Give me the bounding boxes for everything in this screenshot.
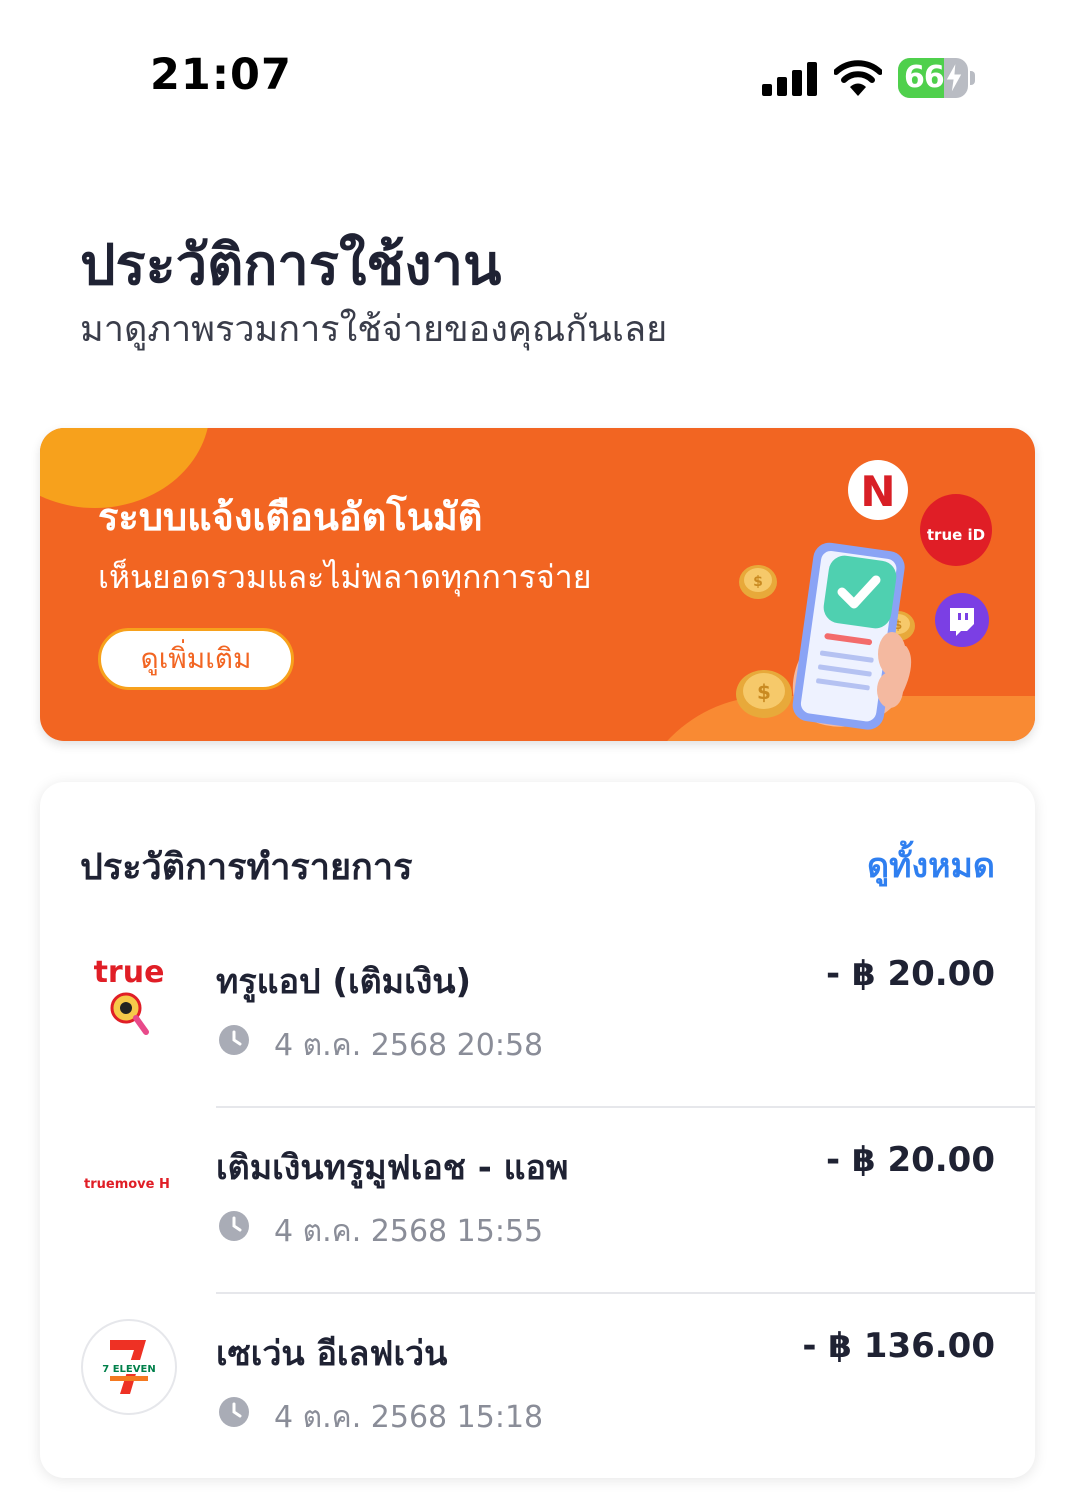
- clock-icon: [219, 1397, 249, 1427]
- seven-eleven-logo-text: 7 ELEVEN: [102, 1364, 155, 1375]
- transaction-row[interactable]: 7 ELEVEN เซเว่น อีเลฟเว่น - ฿ 136.00 4 ต…: [40, 1294, 1035, 1480]
- truemove-h-logo: truemove H: [84, 1177, 170, 1192]
- transaction-amount: - ฿ 136.00: [802, 1326, 995, 1366]
- cellular-signal-icon: [762, 62, 817, 96]
- transaction-date: 4 ต.ค. 2568 15:18: [274, 1400, 544, 1435]
- transaction-date: 4 ต.ค. 2568 15:55: [274, 1214, 544, 1249]
- svg-text:$: $: [753, 574, 763, 590]
- coin-icon: $: [739, 565, 777, 599]
- truemove-h-logo-text: truemove H: [84, 1177, 170, 1192]
- banner-title: ระบบแจ้งเตือนอัตโนมัติ: [98, 495, 483, 539]
- check-badge-icon: [823, 555, 897, 629]
- transaction-amount: - ฿ 20.00: [826, 954, 995, 994]
- auto-notification-banner[interactable]: ระบบแจ้งเตือนอัตโนมัติ เห็นยอดรวมและไม่พ…: [40, 428, 1035, 741]
- netflix-logo: N: [848, 460, 908, 520]
- charging-bolt-icon: [945, 62, 963, 94]
- page-title: ประวัติการใช้งาน: [80, 233, 502, 298]
- transaction-name: ทรูแอป (เติมเงิน): [216, 962, 472, 1002]
- banner-text: เห็นยอดรวมและไม่พลาดทุกการจ่าย: [98, 558, 592, 596]
- wifi-icon: [834, 60, 882, 96]
- transaction-history-card: ประวัติการทำรายการ ดูทั้งหมด true ทรูแอป…: [40, 782, 1035, 1478]
- transaction-name: เซเว่น อีเลฟเว่น: [216, 1334, 448, 1374]
- view-all-link[interactable]: ดูทั้งหมด: [867, 838, 995, 892]
- seven-eleven-logo: 7 ELEVEN: [81, 1319, 177, 1415]
- battery-percentage: 66: [904, 60, 945, 95]
- status-time: 21:07: [150, 50, 292, 100]
- transaction-row[interactable]: true ทรูแอป (เติมเงิน) - ฿ 20.00 4 ต.ค. …: [40, 922, 1035, 1108]
- clock-icon: [219, 1025, 249, 1055]
- page-subtitle: มาดูภาพรวมการใช้จ่ายของคุณกันเลย: [80, 309, 668, 350]
- true-app-logo-text: true: [94, 955, 165, 990]
- transaction-row[interactable]: truemove H เติมเงินทรูมูฟเอช - แอพ - ฿ 2…: [40, 1108, 1035, 1294]
- transaction-date: 4 ต.ค. 2568 20:58: [274, 1028, 544, 1063]
- coin-icon: $: [736, 670, 792, 718]
- status-bar: 21:07 66: [0, 0, 1075, 150]
- true-app-logo: true: [94, 955, 165, 1035]
- netflix-logo-text: N: [860, 467, 895, 516]
- true-id-logo-text: true iD: [927, 526, 985, 544]
- battery-indicator: 66: [898, 58, 976, 100]
- see-more-button[interactable]: ดูเพิ่มเติม: [98, 628, 294, 690]
- transaction-history-title: ประวัติการทำรายการ: [80, 847, 413, 888]
- transaction-name: เติมเงินทรูมูฟเอช - แอพ: [216, 1148, 569, 1188]
- phone-payment-illustration: N true iD $ $ $: [736, 460, 992, 730]
- twitch-logo: [935, 593, 989, 647]
- true-id-logo: true iD: [920, 494, 992, 566]
- svg-text:$: $: [757, 680, 771, 704]
- transaction-amount: - ฿ 20.00: [826, 1140, 995, 1180]
- clock-icon: [219, 1211, 249, 1241]
